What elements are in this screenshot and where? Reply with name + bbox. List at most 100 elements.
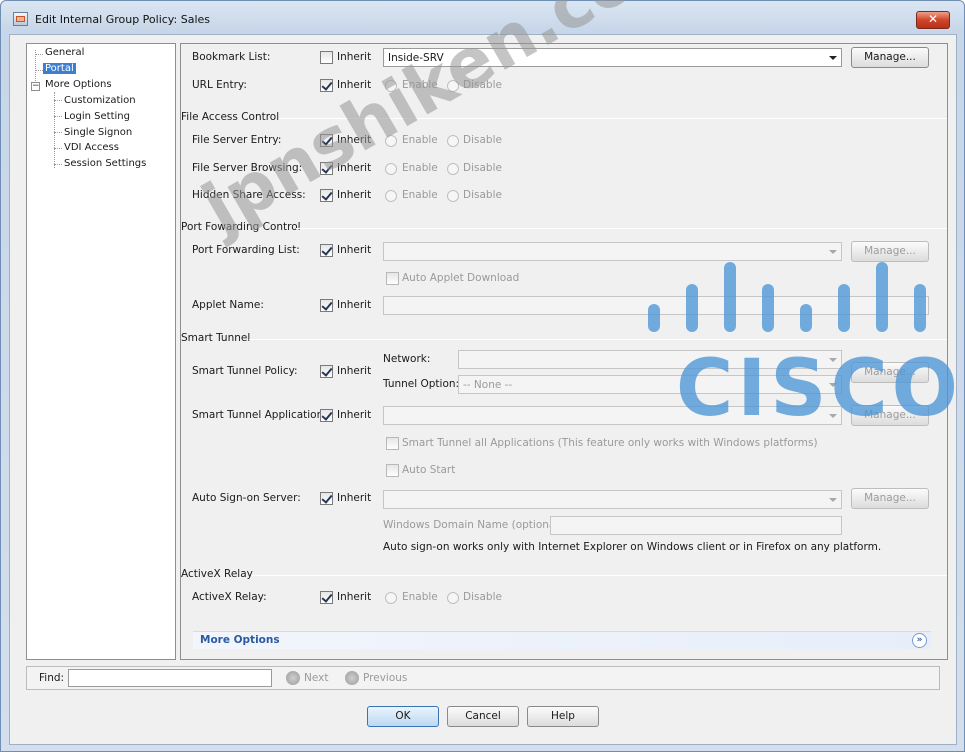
window-title: Edit Internal Group Policy: Sales [35, 13, 210, 26]
help-button[interactable]: Help [527, 706, 599, 727]
hidden-share-inherit-checkbox[interactable] [320, 189, 333, 202]
more-options-bar[interactable]: More Options » [193, 631, 931, 649]
dropdown-arrow-icon [829, 250, 837, 254]
disable-label: Disable [463, 591, 502, 603]
auto-applet-download-label: Auto Applet Download [402, 272, 520, 284]
tunnel-option-value: -- None -- [463, 379, 513, 391]
tree-connector [35, 70, 43, 71]
port-forwarding-list-select[interactable] [383, 242, 842, 261]
file-server-browsing-inherit-checkbox[interactable] [320, 162, 333, 175]
tree-item-vdi-access[interactable]: VDI Access [64, 142, 119, 153]
tree-item-session-settings[interactable]: Session Settings [64, 158, 146, 169]
file-server-entry-label: File Server Entry: [192, 134, 282, 146]
smart-tunnel-application-manage-button[interactable]: Manage... [851, 405, 929, 426]
applet-name-label: Applet Name: [192, 299, 264, 311]
tree-connector [35, 54, 43, 55]
tree-item-portal[interactable]: Portal [43, 63, 76, 74]
hidden-share-access-label: Hidden Share Access: [192, 189, 306, 201]
expand-icon[interactable]: » [912, 633, 927, 648]
auto-signon-server-select[interactable] [383, 490, 842, 509]
find-input[interactable] [68, 669, 272, 687]
activex-disable-radio[interactable] [447, 592, 459, 604]
file-server-browsing-label: File Server Browsing: [192, 162, 303, 174]
dialog-body: General Portal − More Options Customizat… [9, 34, 957, 745]
auto-signon-inherit-checkbox[interactable] [320, 492, 333, 505]
inherit-label: Inherit [337, 162, 372, 174]
auto-start-label: Auto Start [402, 464, 456, 476]
activex-inherit-checkbox[interactable] [320, 591, 333, 604]
url-entry-inherit-checkbox[interactable] [320, 79, 333, 92]
file-server-entry-inherit-checkbox[interactable] [320, 134, 333, 147]
enable-label: Enable [402, 591, 438, 603]
next-button[interactable]: Next [304, 672, 328, 684]
tree-connector [54, 92, 55, 168]
previous-button[interactable]: Previous [363, 672, 407, 684]
smart-tunnel-all-apps-checkbox[interactable] [386, 437, 399, 450]
applet-name-field[interactable] [383, 296, 929, 315]
tree-item-customization[interactable]: Customization [64, 95, 136, 106]
dropdown-arrow-icon [829, 56, 837, 60]
inherit-label: Inherit [337, 134, 372, 146]
collapse-icon[interactable]: − [31, 82, 40, 91]
tunnel-option-select[interactable]: -- None -- [458, 375, 842, 394]
hidden-share-enable-radio[interactable] [385, 190, 397, 202]
url-entry-enable-radio[interactable] [385, 80, 397, 92]
tree-item-single-signon[interactable]: Single Signon [64, 127, 132, 138]
enable-label: Enable [402, 134, 438, 146]
close-button[interactable]: ✕ [916, 11, 950, 29]
disable-label: Disable [463, 162, 502, 174]
next-icon[interactable] [286, 671, 300, 685]
smart-tunnel-policy-inherit-checkbox[interactable] [320, 365, 333, 378]
bookmark-manage-button[interactable]: Manage... [851, 47, 929, 68]
port-forwarding-manage-button[interactable]: Manage... [851, 241, 929, 262]
title-bar[interactable]: Edit Internal Group Policy: Sales ✕ [1, 1, 964, 35]
windows-domain-label: Windows Domain Name (optional): [383, 519, 566, 531]
smart-tunnel-application-inherit-checkbox[interactable] [320, 409, 333, 422]
disable-label: Disable [463, 134, 502, 146]
enable-label: Enable [402, 162, 438, 174]
enable-label: Enable [402, 79, 438, 91]
tree-connector [54, 148, 62, 149]
bookmark-list-value: Inside-SRV [388, 52, 444, 64]
file-server-entry-disable-radio[interactable] [447, 135, 459, 147]
auto-start-checkbox[interactable] [386, 464, 399, 477]
file-server-browsing-disable-radio[interactable] [447, 163, 459, 175]
tree-item-more-options[interactable]: More Options [45, 79, 112, 90]
bookmark-inherit-checkbox[interactable] [320, 51, 333, 64]
previous-icon[interactable] [345, 671, 359, 685]
auto-applet-download-checkbox[interactable] [386, 272, 399, 285]
network-select[interactable] [458, 350, 842, 369]
section-divider [252, 575, 947, 576]
inherit-label: Inherit [337, 409, 372, 421]
dialog-window: Edit Internal Group Policy: Sales ✕ Gene… [0, 0, 965, 752]
auto-signon-server-label: Auto Sign-on Server: [192, 492, 301, 504]
smart-tunnel-application-select[interactable] [383, 406, 842, 425]
dropdown-arrow-icon [829, 414, 837, 418]
settings-panel: Bookmark List: Inherit Inside-SRV Manage… [180, 43, 948, 660]
tree-connector [54, 100, 62, 101]
cancel-button[interactable]: Cancel [447, 706, 519, 727]
url-entry-disable-radio[interactable] [447, 80, 459, 92]
hidden-share-disable-radio[interactable] [447, 190, 459, 202]
auto-signon-manage-button[interactable]: Manage... [851, 488, 929, 509]
windows-domain-field[interactable] [550, 516, 842, 535]
more-options-label: More Options [200, 634, 280, 646]
port-forwarding-inherit-checkbox[interactable] [320, 244, 333, 257]
applet-name-inherit-checkbox[interactable] [320, 299, 333, 312]
disable-label: Disable [463, 79, 502, 91]
ok-button[interactable]: OK [367, 706, 439, 727]
activex-enable-radio[interactable] [385, 592, 397, 604]
tree-item-login-setting[interactable]: Login Setting [64, 111, 130, 122]
tree-connector [54, 132, 62, 133]
activex-relay-label: ActiveX Relay: [192, 591, 267, 603]
file-access-section-title: File Access Control [181, 111, 280, 123]
find-bar: Find: Next Previous [26, 666, 940, 690]
file-server-entry-enable-radio[interactable] [385, 135, 397, 147]
disable-label: Disable [463, 189, 502, 201]
activex-section-title: ActiveX Relay [181, 568, 253, 580]
port-forwarding-list-label: Port Forwarding List: [192, 244, 300, 256]
tree-item-general[interactable]: General [45, 47, 84, 58]
smart-tunnel-policy-manage-button[interactable]: Manage... [851, 362, 929, 383]
file-server-browsing-enable-radio[interactable] [385, 163, 397, 175]
bookmark-list-select[interactable]: Inside-SRV [383, 48, 842, 67]
